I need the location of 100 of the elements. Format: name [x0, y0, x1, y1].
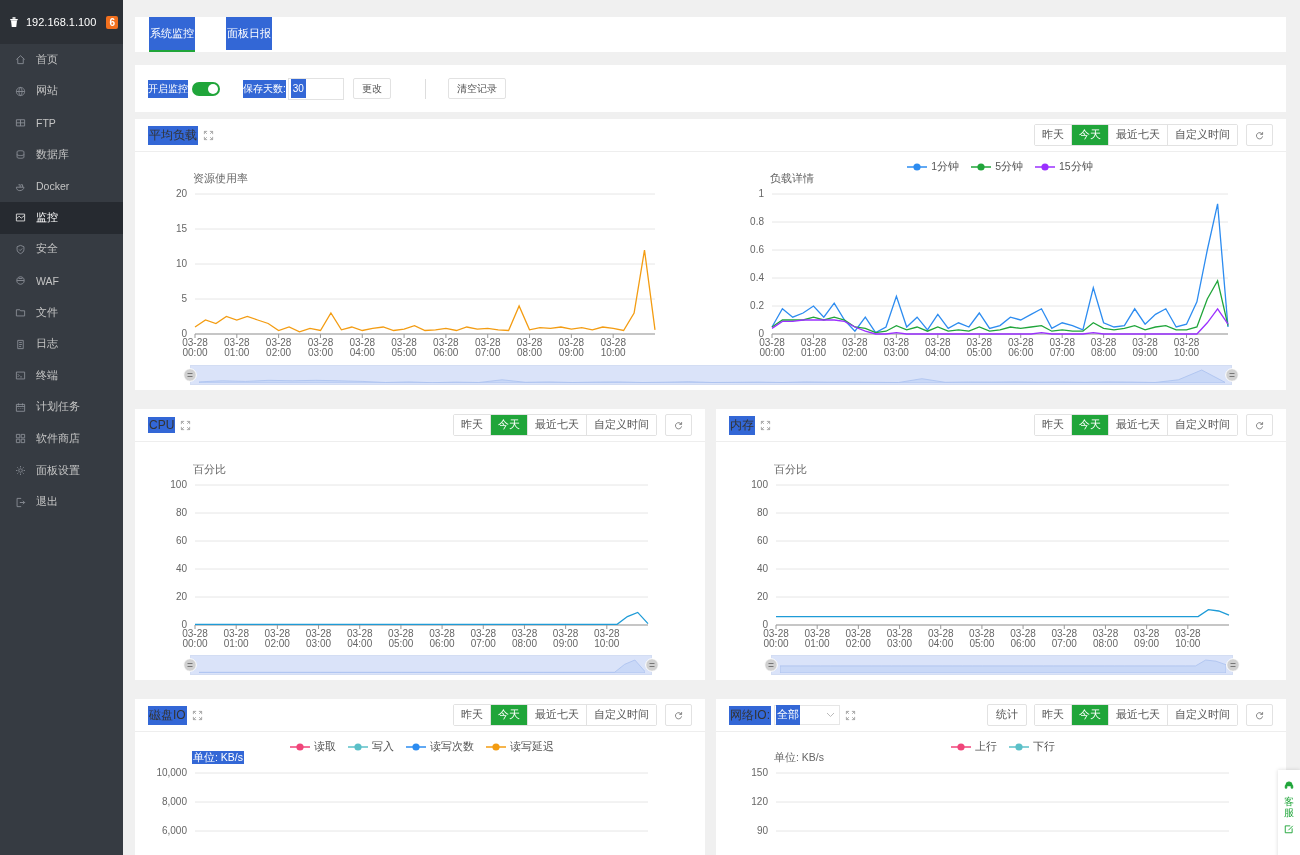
clear-button[interactable]: 清空记录: [447, 78, 506, 99]
tick-label: 03-28 06:00: [432, 338, 460, 358]
tick-label: 03-28 00:00: [181, 338, 209, 358]
host-address: 192.168.1.100: [26, 16, 98, 28]
legend-marker-icon[interactable]: [405, 743, 426, 751]
legend-marker-icon[interactable]: [971, 163, 992, 171]
sidebar-item[interactable]: 面板设置: [0, 454, 123, 487]
sidebar-item[interactable]: Docker: [0, 170, 123, 202]
tick-label: 40: [756, 563, 768, 575]
sidebar-item[interactable]: 首页: [0, 44, 123, 76]
server-icon: [15, 117, 26, 129]
sidebar-item[interactable]: 文件: [0, 296, 123, 329]
refresh-button[interactable]: [1246, 124, 1273, 146]
tick-label: 03-28 02:00: [263, 629, 292, 649]
tab[interactable]: 面板日报: [226, 17, 272, 52]
legend-label: 5分钟: [995, 160, 1023, 174]
legend-marker-icon[interactable]: [1008, 743, 1029, 751]
change-button[interactable]: 更改: [352, 78, 391, 99]
calendar-icon: [15, 401, 26, 413]
support-label: 客服: [1284, 796, 1294, 818]
expand-icon[interactable]: [191, 709, 203, 721]
tick-label: 20: [756, 591, 768, 603]
tick-label: 10: [175, 258, 187, 270]
tick-label: 40: [175, 563, 187, 575]
sidebar-item[interactable]: 软件商店: [0, 423, 123, 455]
legend-marker-icon[interactable]: [347, 743, 368, 751]
sidebar-item[interactable]: 退出: [0, 486, 123, 518]
range-button[interactable]: 昨天: [1035, 125, 1072, 145]
tick-label: 1: [758, 188, 764, 200]
range-button[interactable]: 昨天: [1035, 415, 1072, 435]
shield-icon: [15, 243, 26, 255]
refresh-icon: [1255, 420, 1264, 430]
refresh-button[interactable]: [1246, 704, 1273, 726]
expand-icon[interactable]: [845, 709, 856, 721]
tick-label: 03-28 04:00: [924, 338, 952, 358]
expand-icon[interactable]: [760, 419, 771, 431]
slider-handle[interactable]: [645, 658, 659, 672]
tick-label: 03-28 10:00: [1174, 629, 1202, 649]
sidebar-item[interactable]: 计划任务: [0, 391, 123, 424]
logo-icon: [8, 15, 20, 29]
toggle-switch[interactable]: [192, 81, 220, 96]
refresh-button[interactable]: [665, 704, 692, 726]
expand-icon[interactable]: [203, 129, 214, 141]
legend-marker-icon[interactable]: [485, 743, 506, 751]
range-button[interactable]: 昨天: [454, 415, 491, 435]
legend-marker-icon[interactable]: [1035, 163, 1055, 171]
refresh-button[interactable]: [1246, 414, 1273, 436]
tick-label: 03-28 03:00: [304, 629, 333, 649]
axis-title: 百分比: [192, 463, 227, 476]
tick-label: 03-28 05:00: [965, 338, 994, 358]
legend-marker-icon[interactable]: [907, 163, 928, 171]
slider-handle[interactable]: [764, 658, 778, 672]
tick-label: 03-28 03:00: [306, 338, 335, 358]
range-button[interactable]: 昨天: [454, 705, 491, 725]
legend-label: 写入: [371, 740, 394, 754]
sidebar-item[interactable]: 终端: [0, 359, 123, 392]
apps-icon: [15, 433, 26, 445]
panel-title: 网络IO:: [729, 705, 771, 725]
legend-label: 读取: [313, 740, 336, 754]
zoom-slider[interactable]: [183, 365, 1239, 385]
tick-label: 03-28 01:00: [803, 629, 831, 649]
panel-title: 磁盘IO: [148, 705, 187, 725]
tick-label: 03-28 00:00: [181, 629, 209, 649]
sidebar-item[interactable]: FTP: [0, 107, 123, 139]
tab[interactable]: 系统监控: [149, 17, 195, 52]
axis-title: 负载详情: [769, 172, 815, 185]
zoom-slider[interactable]: [764, 655, 1240, 675]
tick-label: 0: [181, 328, 187, 339]
sidebar-item[interactable]: 监控: [0, 201, 123, 234]
tick-label: 15: [175, 223, 187, 235]
sidebar-item[interactable]: WAF: [0, 265, 123, 297]
disc-icon: [15, 275, 26, 287]
refresh-icon: [1255, 710, 1264, 720]
sidebar-item[interactable]: 日志: [0, 328, 123, 360]
edit-icon[interactable]: [1284, 824, 1294, 834]
refresh-button[interactable]: [665, 414, 692, 436]
slider-handle[interactable]: [1226, 658, 1240, 672]
tick-label: 03-28 03:00: [882, 338, 911, 358]
statistics-button[interactable]: 统计: [987, 704, 1027, 726]
home-icon: [15, 54, 26, 66]
sidebar-item[interactable]: 数据库: [0, 138, 123, 171]
sidebar-item[interactable]: 安全: [0, 233, 123, 266]
range-button[interactable]: 昨天: [1035, 705, 1072, 725]
zoom-slider[interactable]: [183, 655, 659, 675]
tick-label: 6,000: [161, 825, 187, 837]
slider-handle[interactable]: [1225, 368, 1239, 382]
expand-icon[interactable]: [180, 419, 192, 431]
sidebar-item[interactable]: 网站: [0, 75, 123, 108]
days-field[interactable]: 30: [287, 77, 344, 100]
tick-label: 03-28 09:00: [1131, 338, 1159, 358]
caret-icon: [826, 712, 835, 718]
tick-label: 0: [758, 328, 764, 339]
interface-select[interactable]: 全部: [774, 705, 840, 725]
legend-marker-icon[interactable]: [289, 743, 310, 751]
tick-label: 03-28 04:00: [345, 629, 374, 649]
slider-handle[interactable]: [183, 368, 197, 382]
tick-label: 03-28 09:00: [1132, 629, 1161, 649]
tick-label: 03-28 00:00: [762, 629, 790, 649]
slider-handle[interactable]: [183, 658, 197, 672]
legend-marker-icon[interactable]: [950, 743, 971, 751]
